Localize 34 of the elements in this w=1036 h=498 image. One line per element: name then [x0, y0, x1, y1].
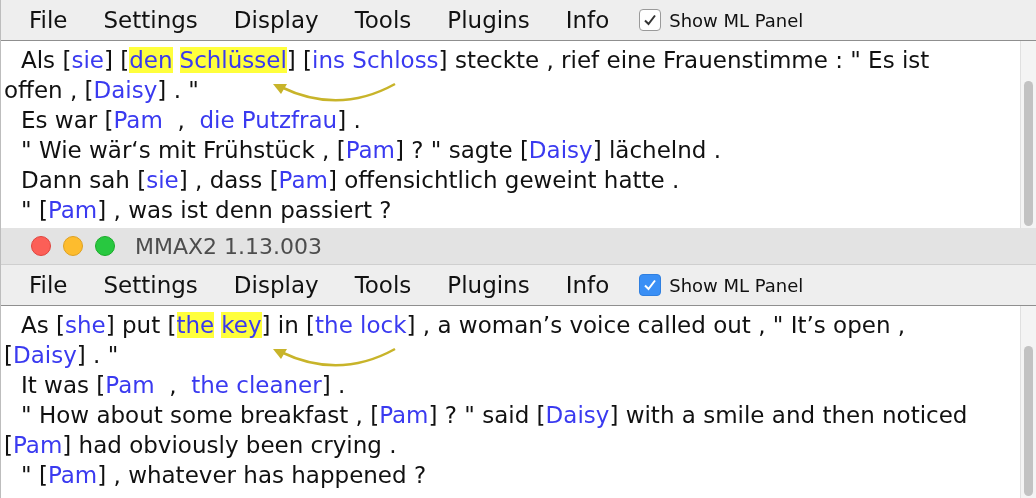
menu-item[interactable]: Settings: [89, 267, 212, 303]
menu-item[interactable]: Display: [219, 2, 333, 38]
text-line: " How about some breakfast , [Pam] ? " said [Daisy] with a smile and then noticed: [20, 401, 968, 430]
text-line: [Pam] had obviously been crying .: [3, 431, 397, 460]
menu-item[interactable]: Display: [219, 267, 333, 303]
checkbox-label: Show ML Panel: [669, 8, 804, 33]
scrollbar[interactable]: [1020, 306, 1036, 498]
scrollbar-thumb[interactable]: [1024, 81, 1033, 226]
text-line: Als [sie] [den Schlüssel] [ins Schloss] steckte , rief eine Frauenstimme : " Es ist: [20, 46, 930, 75]
text-line: [Daisy] . ": [3, 341, 119, 370]
menu-item[interactable]: File: [15, 267, 82, 303]
text-line: offen , [Daisy] . ": [3, 76, 199, 105]
menu-item[interactable]: Settings: [89, 2, 212, 38]
menu-item[interactable]: Plugins: [433, 2, 544, 38]
text-line: Es war [Pam , die Putzfrau] .: [20, 106, 361, 135]
menu-item[interactable]: File: [15, 2, 82, 38]
scrollbar[interactable]: [1020, 41, 1036, 228]
menu-item[interactable]: Tools: [340, 267, 426, 303]
scrollbar-thumb[interactable]: [1024, 346, 1033, 496]
minimize-icon[interactable]: [63, 236, 83, 256]
menu-item[interactable]: Info: [551, 2, 624, 38]
menu-item[interactable]: Tools: [340, 2, 426, 38]
text-line: It was [Pam , the cleaner] .: [20, 371, 346, 400]
window-title: MMAX2 1.13.003: [135, 232, 323, 261]
text-line: Dann sah [sie] , dass [Pam] offensichtlich geweint hatte .: [20, 166, 680, 195]
close-icon[interactable]: [31, 236, 51, 256]
menu-item[interactable]: Info: [551, 267, 624, 303]
menu-item[interactable]: Plugins: [433, 267, 544, 303]
text-line: " [Pam] , was ist denn passiert ?: [20, 196, 392, 225]
maximize-icon[interactable]: [95, 236, 115, 256]
text-line: " [Pam] , whatever has happened ?: [20, 461, 427, 490]
checkbox-label: Show ML Panel: [669, 273, 804, 298]
text-line: As [she] put [the key] in [the lock] , a woman’s voice called out , " It’s open ,: [20, 311, 906, 340]
text-line: " Wie wär‘s mit Frühstück , [Pam] ? " sagte [Daisy] lächelnd .: [20, 136, 721, 165]
